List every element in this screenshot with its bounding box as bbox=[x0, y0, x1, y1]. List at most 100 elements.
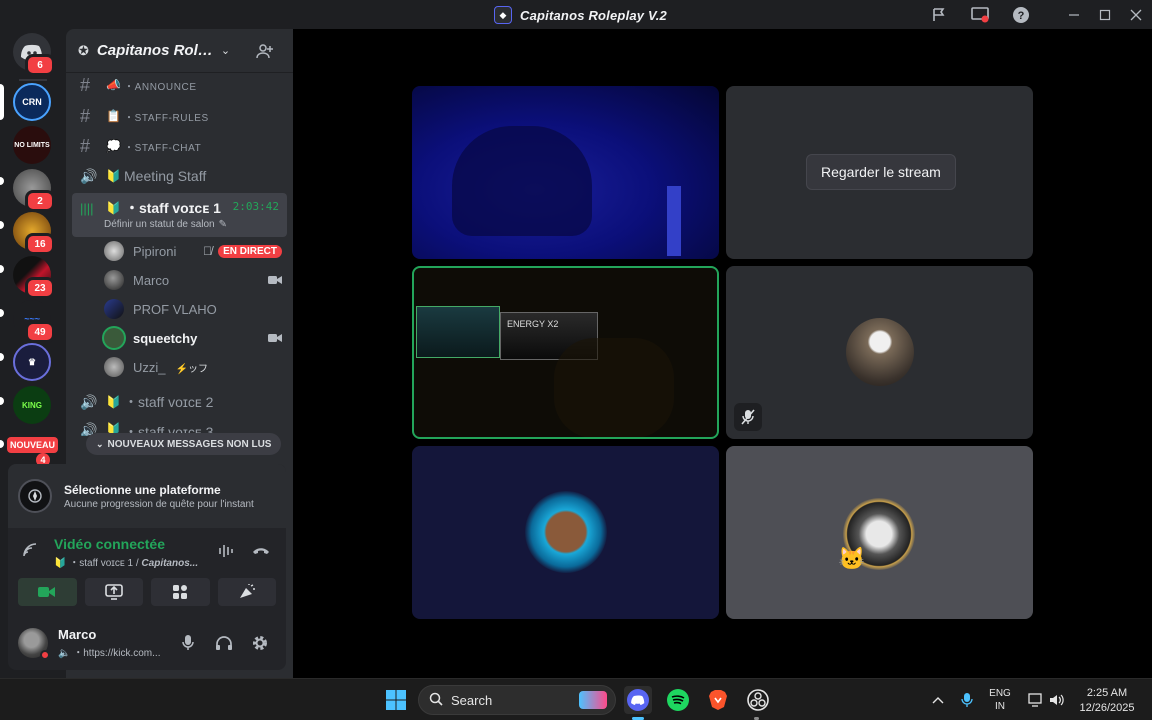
camera-icon bbox=[38, 587, 56, 597]
invite-people-icon[interactable] bbox=[256, 43, 274, 64]
screen-share-icon[interactable] bbox=[970, 5, 990, 25]
windows-start-icon[interactable] bbox=[382, 686, 410, 714]
member-prof-vlaho[interactable]: PROF VLAHO bbox=[104, 296, 282, 322]
channel-label: ・ANNOUNCE bbox=[124, 81, 197, 93]
selected-server-pip bbox=[0, 84, 4, 120]
settings-gear-icon[interactable] bbox=[249, 632, 271, 654]
new-servers-pill[interactable]: NOUVEAU bbox=[7, 437, 59, 453]
svg-text:?: ? bbox=[1018, 10, 1025, 22]
member-pipironi[interactable]: Pipironi 🎙̸ EN DIRECT bbox=[104, 238, 282, 264]
unread-pip bbox=[0, 309, 4, 317]
connection-channel[interactable]: 🔰 ・staff ᴠᴏɪᴄᴇ 1 / Capitanos... bbox=[54, 554, 198, 569]
channel-staff-voice-2[interactable]: 🔊 🔰 ・staff ᴠᴏɪᴄᴇ 2 bbox=[74, 388, 285, 416]
avatar-tile-cat[interactable]: 🐱 bbox=[726, 446, 1033, 619]
server-5[interactable]: 23 bbox=[13, 256, 55, 299]
speaker-icon: 🔊 bbox=[80, 393, 98, 410]
video-light-bar bbox=[667, 186, 681, 256]
quest-title: Sélectionne une plateforme bbox=[64, 482, 221, 497]
close-icon[interactable] bbox=[1126, 5, 1146, 25]
stream-tile-pipironi[interactable]: Regarder le stream bbox=[726, 86, 1033, 259]
home-badge: 6 bbox=[25, 54, 55, 76]
video-tile-speaking[interactable]: ENERGY X2 bbox=[412, 266, 719, 439]
help-icon[interactable]: ? bbox=[1011, 5, 1031, 25]
microphone-icon[interactable] bbox=[177, 632, 199, 654]
hash-icon: # bbox=[80, 135, 91, 156]
speaker-icon: 🔈 bbox=[58, 648, 71, 659]
active-voice-channel[interactable]: |||| 🔰 ・staff ᴠᴏɪᴄᴇ 1 2:03:42 Définir un… bbox=[72, 193, 287, 237]
spotify-icon[interactable] bbox=[664, 686, 692, 714]
chevron-up-icon[interactable] bbox=[924, 686, 952, 714]
inbox-flag-icon[interactable] bbox=[929, 5, 949, 25]
voice-activity-icon: |||| bbox=[80, 200, 94, 216]
server-crn-icon: CRN bbox=[13, 83, 51, 121]
keyboard-layout: IN bbox=[995, 701, 1005, 712]
user-status-text: ・https://kick.com... bbox=[73, 648, 161, 659]
microphone-tray-icon[interactable] bbox=[953, 686, 981, 714]
channel-announce[interactable]: # 📣 ・ANNOUNCE bbox=[74, 71, 285, 99]
unread-pip bbox=[0, 221, 4, 229]
home-button[interactable]: 6 bbox=[13, 33, 55, 76]
windows-taskbar: Search ENG IN 2:25 AM 12/26/2025 bbox=[0, 678, 1152, 720]
member-uzzi[interactable]: Uzzi_ ⚡ッフ bbox=[104, 354, 282, 380]
soundboard-button[interactable] bbox=[217, 578, 276, 606]
channel-label: Meeting Staff bbox=[124, 168, 207, 184]
server-no-limits[interactable]: NO LIMITS bbox=[13, 126, 51, 164]
beginner-emoji: 🔰 bbox=[54, 557, 67, 569]
pencil-icon: ✎ bbox=[218, 219, 228, 230]
set-channel-status[interactable]: Définir un statut de salon bbox=[104, 219, 215, 230]
cat-decoration-icon: 🐱 bbox=[838, 546, 866, 571]
maximize-icon[interactable] bbox=[1095, 5, 1115, 25]
channel-meeting-staff[interactable]: 🔊 🔰 Meeting Staff bbox=[74, 162, 285, 190]
server-4[interactable]: 16 bbox=[13, 212, 55, 255]
server-3[interactable]: 2 bbox=[13, 169, 55, 212]
watch-stream-button[interactable]: Regarder le stream bbox=[806, 154, 956, 190]
avatar-tile-skulls[interactable] bbox=[412, 446, 719, 619]
camera-icon bbox=[268, 331, 282, 346]
noise-suppression-icon[interactable] bbox=[218, 543, 236, 564]
server-king-tv-icon: KING bbox=[13, 386, 51, 424]
server-crn[interactable]: CRN bbox=[13, 83, 51, 121]
member-name: Uzzi_ bbox=[133, 359, 166, 375]
headphones-icon[interactable] bbox=[213, 632, 235, 654]
clock-date: 12/26/2025 bbox=[1079, 702, 1135, 714]
obs-studio-icon[interactable] bbox=[744, 686, 772, 714]
member-marco[interactable]: Marco bbox=[104, 267, 282, 293]
screen-share-button[interactable] bbox=[84, 578, 143, 606]
server-king-tv[interactable]: KING bbox=[13, 386, 51, 424]
voice-actions bbox=[18, 578, 276, 606]
new-unread-messages-pill[interactable]: ⌄ NOUVEAUX MESSAGES NON LUS bbox=[86, 433, 282, 455]
signal-icon bbox=[22, 542, 50, 563]
activities-icon bbox=[173, 585, 188, 599]
brave-browser-icon[interactable] bbox=[704, 686, 732, 714]
camera-button[interactable] bbox=[18, 578, 77, 606]
discord-taskbar-icon[interactable] bbox=[624, 686, 652, 714]
beginner-emoji: 🔰 bbox=[106, 201, 121, 215]
connection-server-name: Capitanos... bbox=[141, 557, 199, 569]
clock[interactable]: 2:25 AM 12/26/2025 bbox=[1074, 686, 1140, 716]
connection-title[interactable]: Vidéo connectée bbox=[54, 536, 198, 552]
server-6[interactable]: ~~~ 49 bbox=[13, 300, 55, 343]
minimize-icon[interactable] bbox=[1064, 5, 1084, 25]
server-boost-icon: ✪ bbox=[78, 42, 89, 58]
quest-bar[interactable]: Sélectionne une plateforme Aucune progre… bbox=[8, 464, 286, 528]
skull-ring-avatar bbox=[525, 491, 607, 573]
server-7[interactable]: ♛ bbox=[13, 343, 51, 381]
member-squeetchy[interactable]: squeetchy bbox=[104, 325, 282, 351]
server-header[interactable]: ✪ Capitanos Rol… ⌄ bbox=[66, 29, 293, 73]
server-7-icon: ♛ bbox=[13, 343, 51, 381]
taskbar-search[interactable]: Search bbox=[418, 685, 616, 715]
current-user[interactable]: Marco 🔈 ・https://kick.com... bbox=[8, 616, 286, 670]
channel-staff-chat[interactable]: # 💭 ・STAFF-CHAT bbox=[74, 132, 285, 160]
disconnect-icon[interactable] bbox=[251, 543, 271, 562]
activities-button[interactable] bbox=[151, 578, 210, 606]
chevron-down-icon: ⌄ bbox=[220, 45, 231, 57]
avatar-tile-muted[interactable] bbox=[726, 266, 1033, 439]
video-shadow bbox=[554, 338, 674, 437]
video-tile-blue[interactable] bbox=[412, 86, 719, 259]
unread-pip bbox=[0, 353, 4, 361]
hash-icon: # bbox=[80, 105, 91, 126]
user-avatar bbox=[18, 628, 50, 660]
channel-staff-rules[interactable]: # 📋 ・STAFF-RULES bbox=[74, 102, 285, 130]
language-indicator[interactable]: ENG IN bbox=[986, 687, 1014, 713]
volume-icon[interactable] bbox=[1043, 686, 1071, 714]
